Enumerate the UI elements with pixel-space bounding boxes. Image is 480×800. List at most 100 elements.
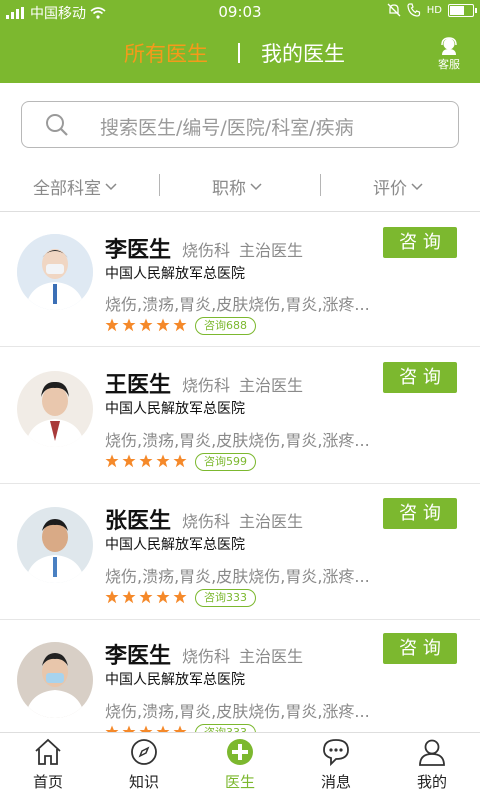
consult-count-badge: 咨询333 (195, 724, 256, 732)
doctor-title: 主治医生 (239, 241, 304, 260)
chevron-down-icon (411, 182, 423, 190)
customer-service-button[interactable]: 客服 (434, 36, 464, 72)
compass-icon (131, 739, 157, 765)
network-label: HD (426, 4, 442, 16)
filter-divider (159, 174, 160, 196)
doctor-list: 李医生 烧伤科 主治医生 中国人民解放军总医院 烧伤,溃疡,胃炎,皮肤烧伤,胃炎… (0, 212, 480, 732)
tab-divider (238, 43, 240, 63)
customer-service-label: 客服 (438, 58, 460, 71)
rating-stars (105, 454, 187, 468)
star-icon (139, 725, 153, 732)
home-icon (35, 738, 61, 765)
nav-doctor[interactable]: 医生 (210, 737, 270, 792)
doctor-specialties: 烧伤,溃疡,胃炎,皮肤烧伤,胃炎,涨疼... (105, 295, 370, 314)
doctor-department: 烧伤科 (182, 376, 231, 395)
star-icon (122, 725, 136, 732)
star-icon (122, 318, 136, 332)
search-icon (46, 114, 68, 136)
tab-my-doctors[interactable]: 我的医生 (261, 38, 345, 68)
consult-button[interactable]: 咨 询 (383, 362, 457, 393)
nav-messages-label: 消息 (320, 773, 351, 791)
doctor-name: 王医生 (105, 373, 172, 398)
doctor-card[interactable]: 张医生 烧伤科 主治医生 中国人民解放军总医院 烧伤,溃疡,胃炎,皮肤烧伤,胃炎… (0, 485, 480, 620)
star-icon (122, 454, 136, 468)
doctor-hospital: 中国人民解放军总医院 (105, 401, 245, 417)
star-icon (173, 318, 187, 332)
doctor-avatar (17, 507, 93, 583)
doctor-name: 李医生 (105, 238, 172, 263)
status-right: HD (387, 3, 477, 17)
app-header: 中国移动 09:03 HD 所有医生 我的医生 客服 (0, 0, 480, 83)
doctor-department: 烧伤科 (182, 512, 231, 531)
status-bar: 中国移动 09:03 HD (0, 0, 480, 24)
filter-bar: 全部科室 职称 评价 (0, 166, 480, 210)
nav-knowledge[interactable]: 知识 (114, 737, 174, 792)
consult-button[interactable]: 咨 询 (383, 227, 457, 258)
doctor-hospital: 中国人民解放军总医院 (105, 537, 245, 553)
doctor-card[interactable]: 李医生 烧伤科 主治医生 中国人民解放军总医院 烧伤,溃疡,胃炎,皮肤烧伤,胃炎… (0, 212, 480, 347)
nav-profile[interactable]: 我的 (402, 737, 462, 792)
doctor-avatar (17, 642, 93, 718)
star-icon (139, 590, 153, 604)
tab-all-doctors[interactable]: 所有医生 (124, 38, 208, 68)
nav-messages[interactable]: 消息 (306, 737, 366, 792)
consult-count-badge: 咨询688 (195, 317, 256, 335)
star-icon (122, 590, 136, 604)
doctor-title: 主治医生 (239, 376, 304, 395)
doctor-plus-icon (227, 739, 253, 765)
filter-divider (320, 174, 321, 196)
search-placeholder: 搜索医生/编号/医院/科室/疾病 (100, 117, 354, 139)
alarm-off-icon (387, 3, 401, 17)
filter-title-label: 职称 (212, 179, 246, 199)
rating-stars (105, 590, 187, 604)
star-icon (173, 590, 187, 604)
nav-knowledge-label: 知识 (128, 773, 159, 791)
doctor-title: 主治医生 (239, 647, 304, 666)
star-icon (156, 318, 170, 332)
doctor-avatar (17, 234, 93, 310)
doctor-card[interactable]: 李医生 烧伤科 主治医生 中国人民解放军总医院 烧伤,溃疡,胃炎,皮肤烧伤,胃炎… (0, 620, 480, 732)
filter-title[interactable]: 职称 (212, 174, 262, 199)
doctor-card[interactable]: 王医生 烧伤科 主治医生 中国人民解放军总医院 烧伤,溃疡,胃炎,皮肤烧伤,胃炎… (0, 349, 480, 484)
star-icon (156, 725, 170, 732)
doctor-name: 李医生 (105, 644, 172, 669)
chevron-down-icon (105, 182, 117, 190)
customer-service-icon (441, 37, 457, 55)
filter-department-label: 全部科室 (33, 179, 101, 199)
doctor-department: 烧伤科 (182, 647, 231, 666)
message-icon (323, 739, 349, 767)
nav-profile-label: 我的 (416, 773, 447, 791)
star-icon (105, 318, 119, 332)
star-icon (105, 725, 119, 732)
star-icon (139, 318, 153, 332)
search-input[interactable]: 搜索医生/编号/医院/科室/疾病 (21, 101, 459, 148)
doctor-name: 张医生 (105, 509, 172, 534)
doctor-avatar (17, 371, 93, 447)
doctor-tabs: 所有医生 我的医生 (0, 38, 480, 70)
doctor-hospital: 中国人民解放军总医院 (105, 672, 245, 688)
star-icon (173, 454, 187, 468)
filter-rating[interactable]: 评价 (373, 174, 423, 199)
nav-home-label: 首页 (32, 773, 63, 791)
consult-count-badge: 咨询599 (195, 453, 256, 471)
doctor-specialties: 烧伤,溃疡,胃炎,皮肤烧伤,胃炎,涨疼... (105, 567, 370, 586)
user-icon (419, 739, 445, 766)
chevron-down-icon (250, 182, 262, 190)
filter-rating-label: 评价 (373, 179, 407, 199)
filter-department[interactable]: 全部科室 (33, 174, 117, 199)
rating-stars (105, 318, 187, 332)
nav-home[interactable]: 首页 (18, 737, 78, 792)
battery-icon (448, 3, 477, 17)
doctor-hospital: 中国人民解放军总医院 (105, 266, 245, 282)
consult-button[interactable]: 咨 询 (383, 633, 457, 664)
bottom-nav: 首页 知识 医生 消息 我的 (0, 732, 480, 800)
star-icon (156, 454, 170, 468)
phone-icon (407, 3, 420, 17)
nav-doctor-label: 医生 (224, 773, 255, 791)
star-icon (156, 590, 170, 604)
doctor-specialties: 烧伤,溃疡,胃炎,皮肤烧伤,胃炎,涨疼... (105, 702, 370, 721)
consult-button[interactable]: 咨 询 (383, 498, 457, 529)
star-icon (139, 454, 153, 468)
star-icon (173, 725, 187, 732)
doctor-specialties: 烧伤,溃疡,胃炎,皮肤烧伤,胃炎,涨疼... (105, 431, 370, 450)
